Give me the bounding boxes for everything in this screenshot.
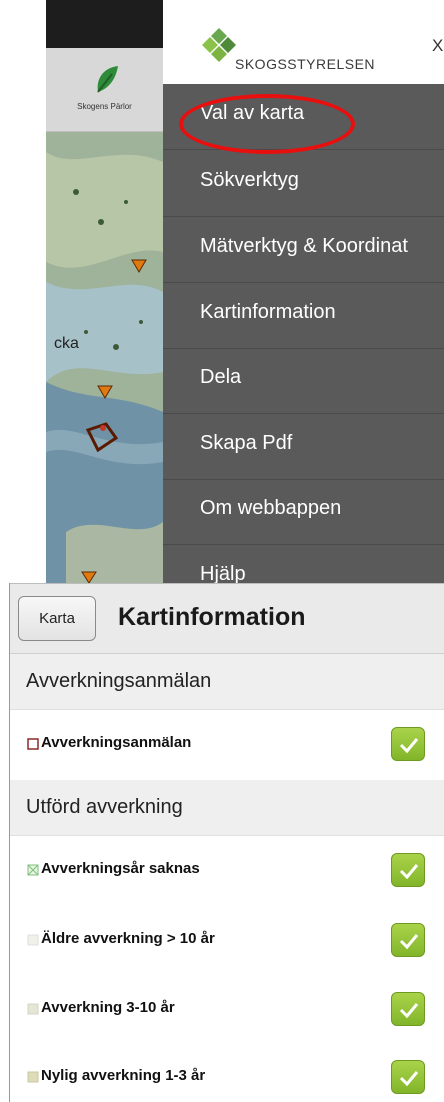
menu-item-dela[interactable]: Dela [163,348,444,414]
layer-visibility-checkbox[interactable] [391,853,425,887]
layer-row[interactable]: Äldre avverkning > 10 år [10,906,444,976]
layer-row[interactable]: Avverkningsanmälan [10,710,444,780]
highlight-annotation-ellipse [179,94,355,154]
section-header-label: Utförd avverkning [26,796,183,818]
map-place-label: cka [54,335,79,352]
checkmark-icon [399,738,419,754]
layer-label: Nylig avverkning 1-3 år [41,1067,206,1084]
layer-row-info: Avverkningsår saknas [10,836,332,906]
menu-item-label: Hjälp [200,563,246,583]
skogens-parlor-logo: Skogens Pärlor [46,48,163,132]
checkmark-icon [399,1071,419,1087]
map-canvas[interactable] [46,132,163,583]
legend-swatch-fill-icon [27,934,39,946]
layer-visibility-checkbox[interactable] [391,1060,425,1094]
layer-row[interactable]: Avverkning 3-10 år [10,975,444,1045]
menu-item-kartinformation[interactable]: Kartinformation [163,283,444,349]
side-menu-drawer: SKOGSSTYRELSEN X Val av karta Sökverktyg… [163,0,444,583]
layer-visibility-checkbox[interactable] [391,727,425,761]
layer-row-info: Äldre avverkning > 10 år [10,906,332,976]
section-header: Avverkningsanmälan [10,654,444,710]
menu-item-label: Mätverktyg & Koordinat [200,235,408,257]
layer-label: Avverkningsår saknas [41,860,200,877]
layer-row[interactable]: Nylig avverkning 1-3 år [10,1043,444,1102]
menu-item-hjalp[interactable]: Hjälp [163,545,444,583]
checkmark-icon [399,934,419,950]
status-bar [46,0,163,48]
legend-swatch-outline-icon [27,738,39,750]
menu-item-label: Dela [200,366,242,388]
layer-visibility-checkbox[interactable] [391,923,425,957]
menu-item-sokverktyg[interactable]: Sökverktyg [163,151,444,217]
brand-name: SKOGSSTYRELSEN [235,56,376,72]
layer-visibility-checkbox[interactable] [391,992,425,1026]
top-screenshot: Skogens Pärlor cka SKOGSSTYRELSEN X Val … [46,0,444,583]
layer-label: Äldre avverkning > 10 år [41,930,215,947]
layer-row-info: Nylig avverkning 1-3 år [10,1043,332,1102]
legend-swatch-fill-icon [27,1071,39,1083]
legend-swatch-fill-icon [27,1003,39,1015]
legend-swatch-cross-icon [27,864,39,876]
section-header-label: Avverkningsanmälan [26,670,212,692]
kartinformation-panel: Karta Kartinformation Avverkningsanmälan… [9,583,444,1102]
drawer-header: SKOGSSTYRELSEN X [163,0,444,84]
back-to-map-button[interactable]: Karta [18,596,96,641]
menu-item-label: Om webbappen [200,497,342,519]
map-view[interactable]: Skogens Pärlor cka [46,0,163,583]
panel-toolbar: Karta Kartinformation [10,583,444,654]
menu-item-label: Skapa Pdf [200,432,293,454]
menu-item-label: Kartinformation [200,301,336,323]
layer-row[interactable]: Avverkningsår saknas [10,836,444,906]
menu-item-matverktyg[interactable]: Mätverktyg & Koordinat [163,217,444,283]
section-header: Utförd avverkning [10,780,444,836]
layer-row-info: Avverkningsanmälan [10,710,332,780]
checkmark-icon [399,1003,419,1019]
page-title: Kartinformation [118,603,306,631]
skogsstyrelsen-logo-icon [202,28,236,62]
menu-item-label: Sökverktyg [200,169,299,191]
close-button[interactable]: X [432,36,443,56]
checkmark-icon [399,864,419,880]
layer-row-info: Avverkning 3-10 år [10,975,332,1045]
menu-item-skapa-pdf[interactable]: Skapa Pdf [163,414,444,480]
layer-label: Avverkningsanmälan [41,734,192,751]
menu-item-om-webbappen[interactable]: Om webbappen [163,479,444,545]
layer-label: Avverkning 3-10 år [41,999,175,1016]
logo-text: Skogens Pärlor [77,102,132,111]
leaf-icon [97,66,118,93]
